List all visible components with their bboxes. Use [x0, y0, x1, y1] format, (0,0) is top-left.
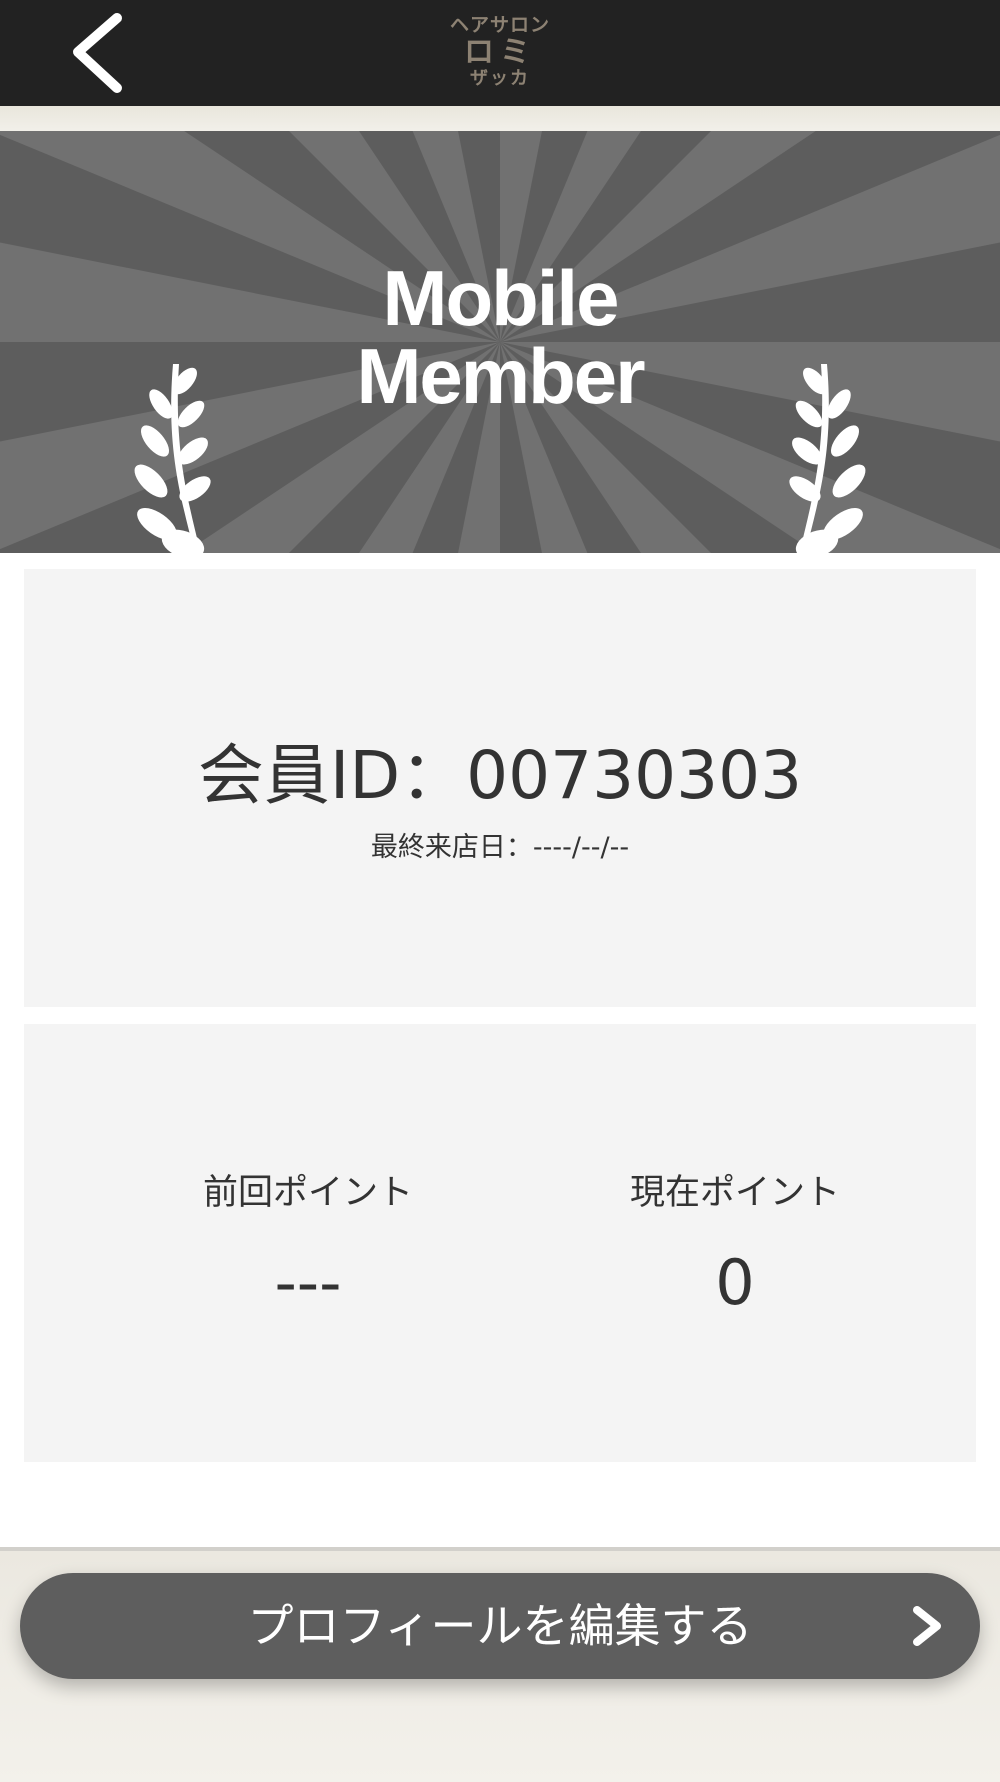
edit-profile-label: プロフィールを編集する — [247, 1599, 753, 1653]
member-id: 会員ID：00730303 — [197, 737, 803, 814]
chevron-right-icon — [913, 1606, 941, 1646]
back-button[interactable] — [62, 8, 142, 98]
salon-logo: ヘアサロン ロミ ザッカ — [430, 8, 570, 96]
last-visit-date: 最終来店日：----/--/-- — [370, 832, 630, 863]
chevron-left-icon — [73, 13, 122, 93]
logo-line-3: ザッカ — [470, 68, 530, 89]
points-card: 前回ポイント --- 現在ポイント 0 — [24, 1024, 976, 1462]
edit-profile-button[interactable]: プロフィールを編集する — [20, 1573, 980, 1679]
top-bar: ヘアサロン ロミ ザッカ — [0, 0, 1000, 106]
logo-line-1: ヘアサロン — [449, 14, 550, 36]
laurel-right-icon — [789, 364, 866, 553]
logo-line-2: ロミ — [464, 35, 536, 70]
previous-points-label: 前回ポイント — [202, 1173, 413, 1213]
bottom-action-area: プロフィールを編集する — [0, 1547, 1000, 1782]
banner-title-line-1: Mobile — [382, 254, 620, 342]
member-id-card: 会員ID：00730303 最終来店日：----/--/-- — [24, 569, 976, 1007]
current-points-label: 現在ポイント — [629, 1173, 840, 1213]
previous-points-value: --- — [274, 1246, 342, 1319]
mobile-member-banner: Mobile Member — [0, 131, 1000, 553]
current-points-value: 0 — [715, 1246, 755, 1319]
paper-strip — [0, 106, 1000, 132]
member-content: 会員ID：00730303 最終来店日：----/--/-- 前回ポイント --… — [0, 553, 1000, 1547]
